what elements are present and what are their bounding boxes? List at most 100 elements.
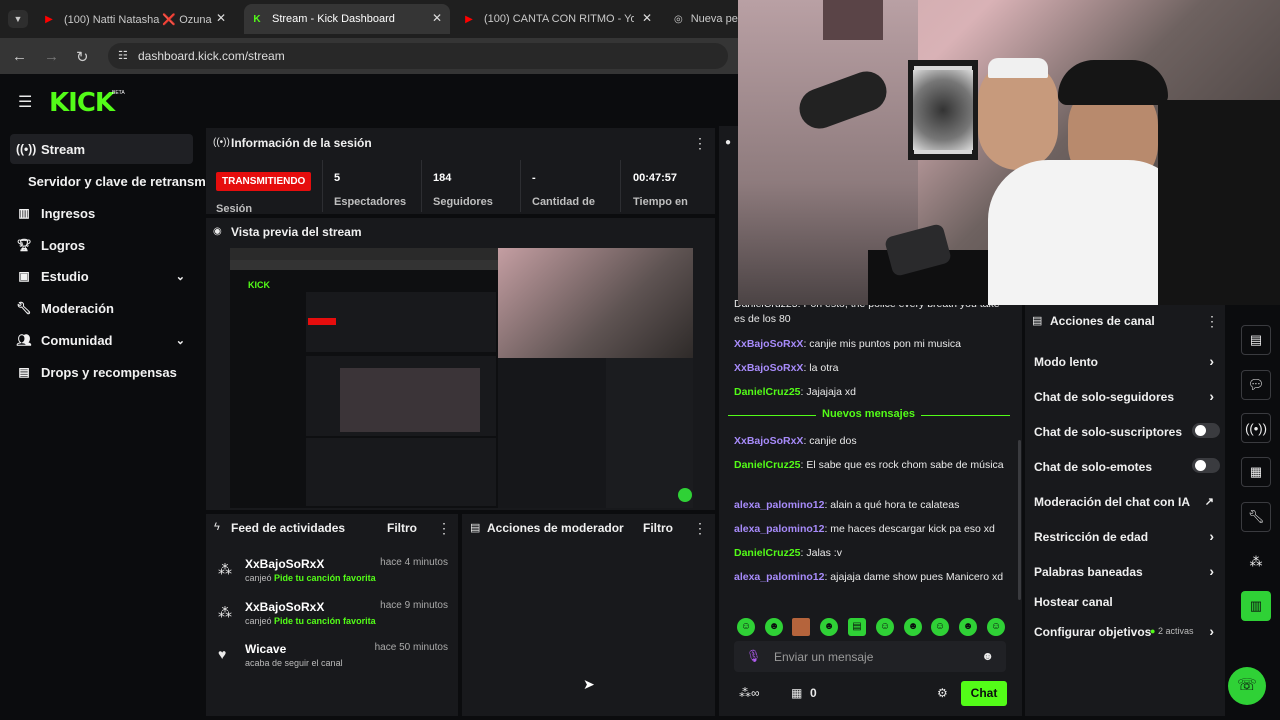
store-icon[interactable]: ▦ bbox=[791, 686, 802, 700]
new-messages-label: Nuevos mensajes bbox=[816, 408, 921, 420]
stat-viewers: 5 Espectadores bbox=[334, 172, 407, 208]
subscribers-only-toggle[interactable] bbox=[1192, 423, 1220, 438]
youtube-icon: ▶ bbox=[45, 13, 53, 25]
app-header: ☰ KICK BETA bbox=[0, 74, 738, 126]
sidebar-item-comunidad[interactable]: 👥︎ Comunidad ⌄ bbox=[10, 325, 193, 355]
tab-youtube-1[interactable]: ▶ (100) Natti Natasha ❌ Ozuna ✕ bbox=[36, 4, 234, 34]
address-bar-row: ← → ↻ ☷ dashboard.kick.com/stream bbox=[0, 38, 738, 74]
divider bbox=[520, 160, 521, 212]
wrench-icon[interactable]: 🔧︎ bbox=[1241, 502, 1271, 532]
emote-icon[interactable]: ☻ bbox=[765, 618, 783, 636]
goals-badge: ● 2 activas bbox=[1150, 626, 1194, 636]
kick-points-icon[interactable]: ⁂ bbox=[1241, 547, 1271, 577]
chat-scrollbar[interactable] bbox=[1018, 440, 1021, 600]
kick-points-icon: ⁂ bbox=[218, 604, 232, 620]
reload-icon[interactable]: ↻ bbox=[76, 48, 89, 66]
support-icon[interactable]: ☏ bbox=[1228, 667, 1266, 705]
clapperboard-icon[interactable]: ▥ bbox=[1241, 591, 1271, 621]
emoji-icon[interactable]: ☻ bbox=[981, 649, 994, 663]
emote-icon[interactable]: ☻ bbox=[959, 618, 977, 636]
notes-icon[interactable]: ▤ bbox=[1241, 325, 1271, 355]
tab-list-button[interactable]: ▼ bbox=[8, 10, 28, 28]
chevron-right-icon: › bbox=[1209, 623, 1214, 639]
close-icon[interactable]: ✕ bbox=[216, 11, 226, 25]
sidebar-item-logros[interactable]: 🏆︎ Logros bbox=[10, 230, 193, 260]
action-ai-moderation[interactable]: Moderación del chat con IA ↗ bbox=[1034, 495, 1220, 509]
action-emotes-only: Chat de solo-emotes bbox=[1034, 458, 1220, 474]
camera-icon: ◉ bbox=[213, 226, 222, 237]
youtube-icon: ▶ bbox=[465, 13, 473, 25]
kick-logo[interactable]: KICK bbox=[49, 88, 115, 118]
webcam-overlay bbox=[738, 0, 1280, 305]
stream-preview-title: Vista previa del stream bbox=[231, 225, 362, 239]
chevron-right-icon: › bbox=[1209, 353, 1214, 369]
close-icon[interactable]: ✕ bbox=[642, 11, 652, 25]
sidebar-item-server-key[interactable]: Servidor y clave de retransm bbox=[22, 166, 206, 196]
more-options-icon[interactable]: ⋮ bbox=[693, 135, 707, 152]
action-host-channel[interactable]: Hostear canal bbox=[1034, 595, 1220, 609]
chat-message: alexa_palomino12: me haces descargar kic… bbox=[734, 523, 995, 535]
chart-icon: ▥ bbox=[18, 206, 30, 220]
sidebar-item-estudio[interactable]: ▣ Estudio ⌄ bbox=[10, 261, 193, 291]
sidebar-item-ingresos[interactable]: ▥ Ingresos bbox=[10, 198, 193, 228]
activity-feed-title: Feed de actividades bbox=[231, 521, 346, 535]
chat-input[interactable]: 🎙︎ Enviar un mensaje ☻ bbox=[734, 641, 1006, 672]
mod-filter-button[interactable]: Filtro bbox=[643, 521, 673, 535]
stream-preview-video[interactable]: KICK bbox=[230, 248, 693, 508]
sidebar-item-stream[interactable]: ((•)) Stream bbox=[10, 134, 193, 164]
chat-send-button[interactable]: Chat bbox=[961, 681, 1007, 706]
chrome-icon: ◎ bbox=[674, 13, 683, 25]
emote-icon[interactable]: ☻ bbox=[820, 618, 838, 636]
sidebar-item-moderacion[interactable]: 🔧︎ Moderación bbox=[10, 293, 193, 323]
tab-youtube-2[interactable]: ▶ (100) CANTA CON RITMO - You ✕ bbox=[456, 4, 660, 34]
close-icon[interactable]: ✕ bbox=[432, 11, 442, 25]
browser-tab-bar: ▼ ▶ (100) Natti Natasha ❌ Ozuna ✕ K Stre… bbox=[0, 0, 738, 38]
emote-icon[interactable]: ☺ bbox=[876, 618, 894, 636]
layout-icon[interactable]: ▦ bbox=[1241, 457, 1271, 487]
microphone-icon[interactable]: 🎙︎ bbox=[746, 649, 761, 663]
chat-message: XxBajoSoRxX: canjie dos bbox=[734, 435, 857, 447]
url-input[interactable]: ☷ dashboard.kick.com/stream bbox=[108, 43, 728, 69]
wrench-icon: 🔧︎ bbox=[16, 301, 32, 315]
stat-quantity: - Cantidad de bbox=[532, 172, 595, 208]
chat-bubble-icon: ● bbox=[725, 137, 732, 148]
divider bbox=[322, 160, 323, 212]
list-item: ♥ Wicave hace 50 minutos acaba de seguir… bbox=[218, 642, 448, 668]
emote-icon[interactable]: ☻ bbox=[904, 618, 922, 636]
action-configure-goals[interactable]: Configurar objetivos ● 2 activas › bbox=[1034, 623, 1220, 639]
broadcast-icon[interactable]: ((•)) bbox=[1241, 413, 1271, 443]
feed-filter-button[interactable]: Filtro bbox=[387, 521, 417, 535]
divider bbox=[421, 160, 422, 212]
chat-message: DanielCruz25: Jajajaja xd bbox=[734, 386, 856, 398]
more-options-icon[interactable]: ⋮ bbox=[1205, 313, 1219, 330]
list-item: ⁂ XxBajoSoRxX hace 4 minutos canjeó Pide… bbox=[218, 557, 448, 583]
action-slow-mode[interactable]: Modo lento › bbox=[1034, 353, 1220, 369]
back-icon[interactable]: ← bbox=[12, 48, 27, 65]
forward-icon[interactable]: → bbox=[44, 48, 59, 65]
sidebar-item-drops[interactable]: ▤ Drops y recompensas bbox=[10, 357, 193, 387]
more-options-icon[interactable]: ⋮ bbox=[693, 520, 707, 537]
stat-uptime: 00:47:57 Tiempo en bbox=[633, 172, 688, 208]
emote-icon[interactable]: ☺ bbox=[987, 618, 1005, 636]
kick-points-icon[interactable]: ⁂∞ bbox=[739, 686, 760, 700]
chevron-right-icon: › bbox=[1209, 388, 1214, 404]
points-count: 0 bbox=[810, 686, 817, 700]
tab-kick-dashboard[interactable]: K Stream - Kick Dashboard ✕ bbox=[244, 4, 450, 34]
action-banned-words[interactable]: Palabras baneadas › bbox=[1034, 563, 1220, 579]
emote-icon[interactable]: ☺ bbox=[737, 618, 755, 636]
action-followers-only[interactable]: Chat de solo-seguidores › bbox=[1034, 388, 1220, 404]
tab-new[interactable]: ◎ Nueva pe bbox=[668, 4, 740, 34]
chat-icon[interactable]: 💬︎ bbox=[1241, 370, 1271, 400]
menu-icon[interactable]: ☰ bbox=[18, 92, 32, 112]
gear-icon[interactable]: ⚙ bbox=[937, 686, 948, 700]
emote-icon[interactable]: ▤ bbox=[848, 618, 866, 636]
emote-icon[interactable] bbox=[792, 618, 810, 636]
emotes-only-toggle[interactable] bbox=[1192, 458, 1220, 473]
chat-message: alexa_palomino12: ajajaja dame show pues… bbox=[734, 571, 1004, 583]
emote-icon[interactable]: ☺ bbox=[931, 618, 949, 636]
live-status-badge: TRANSMITIENDO bbox=[216, 172, 312, 191]
action-age-restriction[interactable]: Restricción de edad › bbox=[1034, 528, 1220, 544]
site-info-icon[interactable]: ☷ bbox=[118, 43, 128, 69]
more-options-icon[interactable]: ⋮ bbox=[437, 520, 451, 537]
mouse-cursor-icon: ➤ bbox=[583, 676, 595, 692]
